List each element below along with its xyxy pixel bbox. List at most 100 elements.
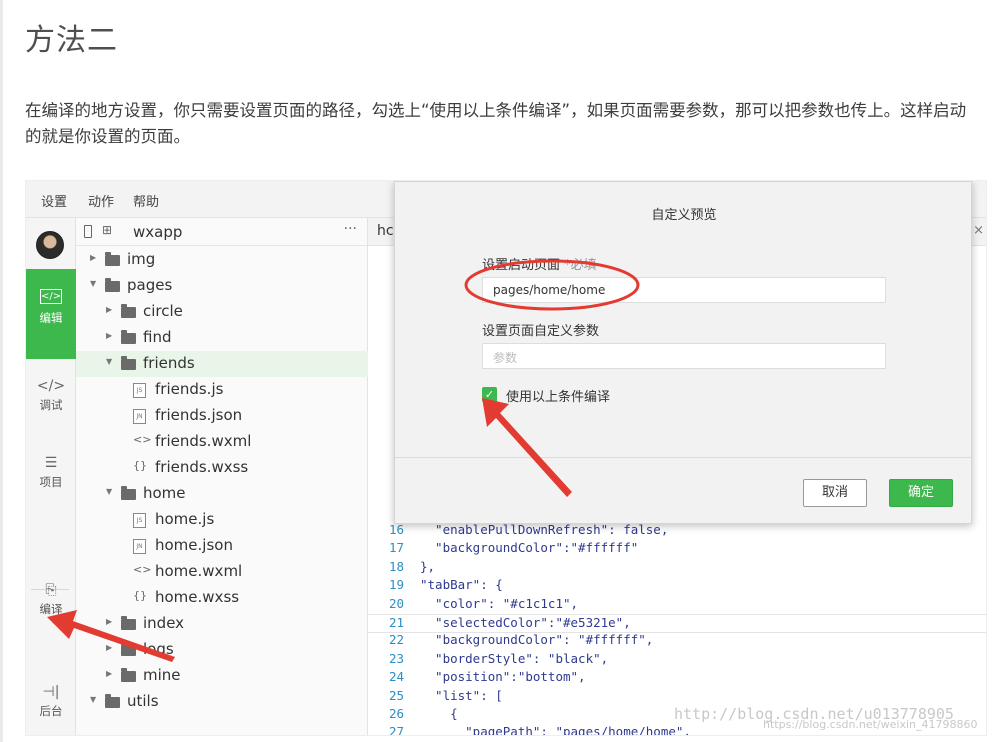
backend-icon: ⊣| [42, 684, 60, 700]
folder-item[interactable]: ▼ friends [76, 351, 368, 377]
file-item[interactable]: JS home.js [76, 507, 368, 533]
activity-sidebar: </> 编辑 </> 调试 ☰ 项目 ⎘ 编译 ⊣| 后台 [26, 218, 76, 735]
sidebar-item-debug[interactable]: </> 调试 [26, 378, 76, 413]
chevron-right-icon[interactable]: ▶ [106, 305, 112, 314]
file-item[interactable]: JS friends.js [76, 377, 368, 403]
chevron-right-icon[interactable]: ▶ [106, 617, 112, 626]
phone-icon[interactable] [84, 225, 92, 238]
chevron-right-icon[interactable]: ▶ [106, 643, 112, 652]
code-line[interactable]: 18}, [368, 558, 986, 578]
chevron-down-icon[interactable]: ▼ [106, 357, 112, 366]
sidebar-item-label: 调试 [39, 398, 63, 412]
json-file-icon: JN [133, 409, 146, 424]
tree-item-label: friends.json [155, 406, 243, 424]
line-text: "borderStyle": "black", [420, 650, 609, 666]
folder-item[interactable]: ▼ home [76, 481, 368, 507]
start-page-label: 设置启动页面 *必填 [482, 258, 597, 273]
file-item[interactable]: {} friends.wxss [76, 455, 368, 481]
article-paragraph: 在编译的地方设置，你只需要设置页面的路径，勾选上“使用以上条件编译”，如果页面需… [25, 101, 967, 146]
tree-item-label: home.wxss [155, 588, 240, 606]
wxss-file-icon: {} [133, 589, 147, 602]
confirm-button[interactable]: 确定 [889, 479, 953, 507]
compile-icon: ⎘ [45, 582, 57, 598]
params-input[interactable]: 参数 [482, 343, 886, 369]
folder-icon [121, 304, 136, 318]
sidebar-item-label: 后台 [39, 704, 63, 718]
tree-item-label: index [143, 614, 185, 632]
file-item[interactable]: {} home.wxss [76, 585, 368, 611]
code-icon: </> [40, 289, 62, 304]
wxml-file-icon: <> [133, 563, 152, 576]
line-number: 18 [388, 558, 404, 574]
debug-icon: </> [36, 378, 66, 394]
line-text: "backgroundColor": "#ffffff", [420, 632, 654, 648]
sidebar-item-compile[interactable]: ⎘ 编译 [26, 582, 76, 617]
code-line[interactable]: 20 "color": "#c1c1c1", [368, 596, 986, 615]
folder-item[interactable]: ▶ img [76, 247, 368, 273]
folder-icon [105, 278, 120, 292]
folder-icon [105, 252, 120, 266]
cancel-button[interactable]: 取消 [803, 479, 867, 507]
tree-item-label: home.js [155, 510, 215, 528]
tab-file[interactable]: hc [377, 223, 394, 239]
line-text: "position":"bottom", [420, 669, 586, 685]
code-line[interactable]: 16 "enablePullDownRefresh": false, [368, 522, 986, 541]
chevron-down-icon[interactable]: ▼ [106, 487, 112, 496]
menu-help[interactable]: 帮助 [133, 191, 159, 210]
chevron-down-icon[interactable]: ▼ [90, 695, 96, 704]
code-line[interactable]: 17 "backgroundColor":"#ffffff" [368, 540, 986, 559]
code-line[interactable]: 21 "selectedColor":"#e5321e", [368, 614, 986, 633]
chevron-down-icon[interactable]: ▼ [90, 279, 96, 288]
file-item[interactable]: JN friends.json [76, 403, 368, 429]
folder-icon [121, 642, 136, 656]
line-number: 19 [388, 577, 404, 593]
folder-icon [121, 616, 136, 630]
sidebar-item-edit[interactable]: </> 编辑 [26, 269, 76, 359]
menu-actions[interactable]: 动作 [88, 191, 114, 210]
structure-icon[interactable]: ⊞ [102, 223, 112, 237]
more-icon[interactable]: ··· [344, 221, 357, 237]
sidebar-item-project[interactable]: ☰ 项目 [26, 455, 76, 490]
js-file-icon: JS [133, 513, 146, 528]
line-number: 26 [388, 706, 404, 721]
file-item[interactable]: <> home.wxml [76, 559, 368, 585]
file-tree-header: ⊞ wxapp ··· [76, 218, 367, 246]
folder-item[interactable]: ▶ find [76, 325, 368, 351]
chevron-right-icon[interactable]: ▶ [90, 253, 96, 262]
file-item[interactable]: JN home.json [76, 533, 368, 559]
sidebar-item-label: 编辑 [39, 311, 63, 325]
folder-item[interactable]: ▼ pages [76, 273, 368, 299]
menu-settings[interactable]: 设置 [41, 191, 67, 210]
avatar[interactable] [36, 231, 64, 259]
folder-item[interactable]: ▶ index [76, 611, 368, 637]
folder-item[interactable]: ▶ circle [76, 299, 368, 325]
code-line[interactable]: 19 "tabBar": { [368, 577, 986, 596]
file-item[interactable]: <> friends.wxml [76, 429, 368, 455]
dialog-divider [395, 457, 973, 458]
line-number: 21 [388, 615, 404, 630]
code-line[interactable]: 25 "list": [ [368, 687, 986, 707]
wxss-file-icon: {} [133, 459, 147, 472]
checkbox-label: 使用以上条件编译 [506, 390, 611, 405]
code-line[interactable]: 22 "backgroundColor": "#ffffff", [368, 632, 986, 651]
tree-item-label: home [143, 484, 186, 502]
folder-item[interactable]: ▶ logs [76, 637, 368, 663]
folder-icon [121, 330, 136, 344]
chevron-right-icon[interactable]: ▶ [106, 669, 112, 678]
code-line[interactable]: 23 "borderStyle": "black", [368, 650, 986, 670]
project-name: wxapp [133, 223, 183, 241]
folder-icon [121, 486, 136, 500]
line-text: "pagePath": "pages/home/home", [420, 724, 691, 736]
line-number: 25 [388, 687, 404, 703]
sidebar-item-backend[interactable]: ⊣| 后台 [26, 684, 76, 719]
start-page-input[interactable]: pages/home/home [482, 277, 886, 303]
folder-item[interactable]: ▶ mine [76, 663, 368, 689]
folder-item[interactable]: ▼ utils [76, 689, 368, 715]
code-line[interactable]: 24 "position":"bottom", [368, 669, 986, 688]
dialog-title: 自定义预览 [651, 208, 717, 223]
compile-condition-checkbox[interactable]: ✓ [482, 387, 497, 402]
close-icon[interactable]: × [973, 223, 984, 238]
tree-item-label: friends [143, 354, 195, 372]
ide-screenshot: 设置 动作 帮助 </> 编辑 </> 调试 ☰ 项目 ⎘ 编译 ⊣| 后台 ⊞ [25, 180, 987, 736]
chevron-right-icon[interactable]: ▶ [106, 331, 112, 340]
